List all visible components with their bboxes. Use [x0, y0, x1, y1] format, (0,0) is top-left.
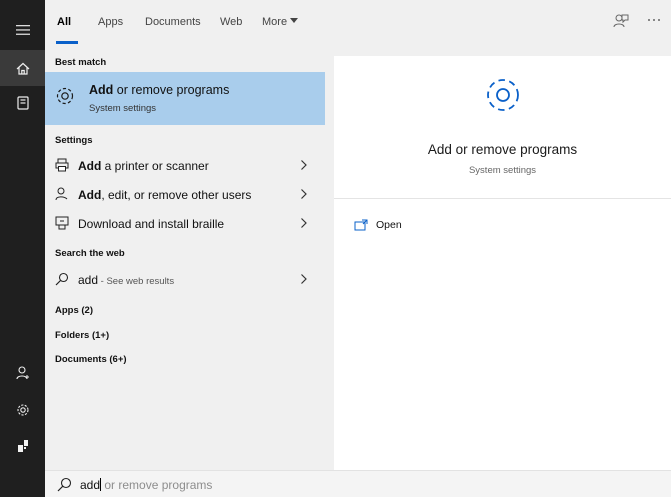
gear-icon	[56, 87, 74, 105]
activity-button[interactable]	[0, 85, 45, 121]
best-match-item[interactable]: Add or remove programs System settings	[45, 72, 325, 125]
settings-item-label: Add, edit, or remove other users	[78, 188, 251, 202]
search-icon	[57, 477, 72, 492]
section-search-web: Search the web	[55, 248, 125, 259]
section-folders[interactable]: Folders (1+)	[55, 330, 109, 341]
search-input[interactable]: add or remove programs	[80, 478, 212, 492]
chevron-right-icon[interactable]	[300, 217, 308, 229]
gear-icon	[487, 79, 519, 111]
timeline-icon	[16, 96, 29, 110]
settings-item-bold: Add	[78, 159, 102, 173]
settings-button[interactable]	[0, 392, 45, 428]
web-result-item[interactable]: add - See web results	[45, 266, 325, 294]
web-result-label: add - See web results	[78, 273, 174, 287]
chevron-right-icon[interactable]	[300, 273, 308, 285]
section-documents[interactable]: Documents (6+)	[55, 354, 127, 365]
web-result-query: add	[78, 273, 99, 287]
preview-title: Add or remove programs	[427, 142, 578, 157]
settings-item-label: Add a printer or scanner	[78, 159, 209, 173]
settings-item-bold: Add	[78, 188, 102, 202]
section-apps[interactable]: Apps (2)	[55, 305, 93, 316]
settings-item-printer[interactable]: Add a printer or scanner	[45, 152, 325, 180]
search-typed-text: add	[80, 478, 101, 492]
caret-down-icon	[290, 18, 299, 23]
search-icon	[55, 272, 69, 286]
preview-header: Add or remove programs System settings	[334, 56, 671, 199]
feedback-icon[interactable]	[613, 13, 629, 29]
best-match-title: Add or remove programs	[89, 83, 229, 97]
home-button[interactable]	[0, 50, 45, 86]
side-rail	[0, 0, 45, 497]
best-match-title-bold: Add	[89, 83, 114, 97]
tab-web[interactable]: Web	[220, 16, 242, 28]
results-list: Best match Add or remove programs System…	[45, 46, 325, 470]
preview-subtitle: System settings	[468, 165, 537, 176]
user-avatar-button[interactable]	[0, 428, 45, 464]
braille-icon	[55, 216, 69, 230]
open-button[interactable]: Open	[354, 216, 402, 234]
chevron-right-icon[interactable]	[300, 159, 308, 171]
avatar-icon	[17, 440, 28, 452]
text-caret	[100, 478, 102, 491]
settings-item-label: Download and install braille	[78, 217, 224, 231]
search-autocomplete: or remove programs	[104, 478, 213, 492]
active-tab-indicator	[56, 41, 78, 44]
web-result-hint: - See web results	[98, 276, 175, 287]
tab-more-label: More	[262, 16, 288, 28]
settings-item-braille[interactable]: Download and install braille	[45, 210, 325, 238]
search-box[interactable]: add or remove programs	[45, 470, 671, 497]
account-button[interactable]	[0, 355, 45, 391]
open-label: Open	[376, 219, 402, 231]
settings-item-rest: , edit, or remove other users	[101, 188, 252, 202]
settings-item-rest: Download and install braille	[78, 217, 225, 231]
tab-all[interactable]: All	[57, 16, 71, 28]
gear-icon	[16, 404, 29, 416]
section-settings: Settings	[55, 135, 93, 146]
chevron-right-icon[interactable]	[300, 188, 308, 200]
tab-apps[interactable]: Apps	[98, 16, 123, 28]
person-icon	[15, 366, 29, 380]
settings-item-users[interactable]: Add, edit, or remove other users	[45, 181, 325, 209]
best-match-title-rest: or remove programs	[113, 83, 230, 97]
person-icon	[55, 187, 68, 201]
printer-icon	[55, 158, 69, 172]
tab-documents[interactable]: Documents	[145, 16, 201, 28]
open-window-icon	[354, 219, 368, 231]
more-options-icon[interactable]	[647, 18, 661, 22]
best-match-subtitle: System settings	[89, 103, 157, 114]
filter-tabs-bar: All Apps Documents Web More	[45, 0, 671, 46]
preview-pane: Add or remove programs System settings O…	[334, 56, 671, 470]
settings-item-rest: a printer or scanner	[101, 159, 209, 173]
menu-button[interactable]	[0, 12, 45, 48]
home-icon	[16, 62, 29, 75]
hamburger-icon	[15, 25, 30, 35]
section-best-match: Best match	[55, 57, 107, 68]
tab-more[interactable]: More	[262, 16, 299, 28]
